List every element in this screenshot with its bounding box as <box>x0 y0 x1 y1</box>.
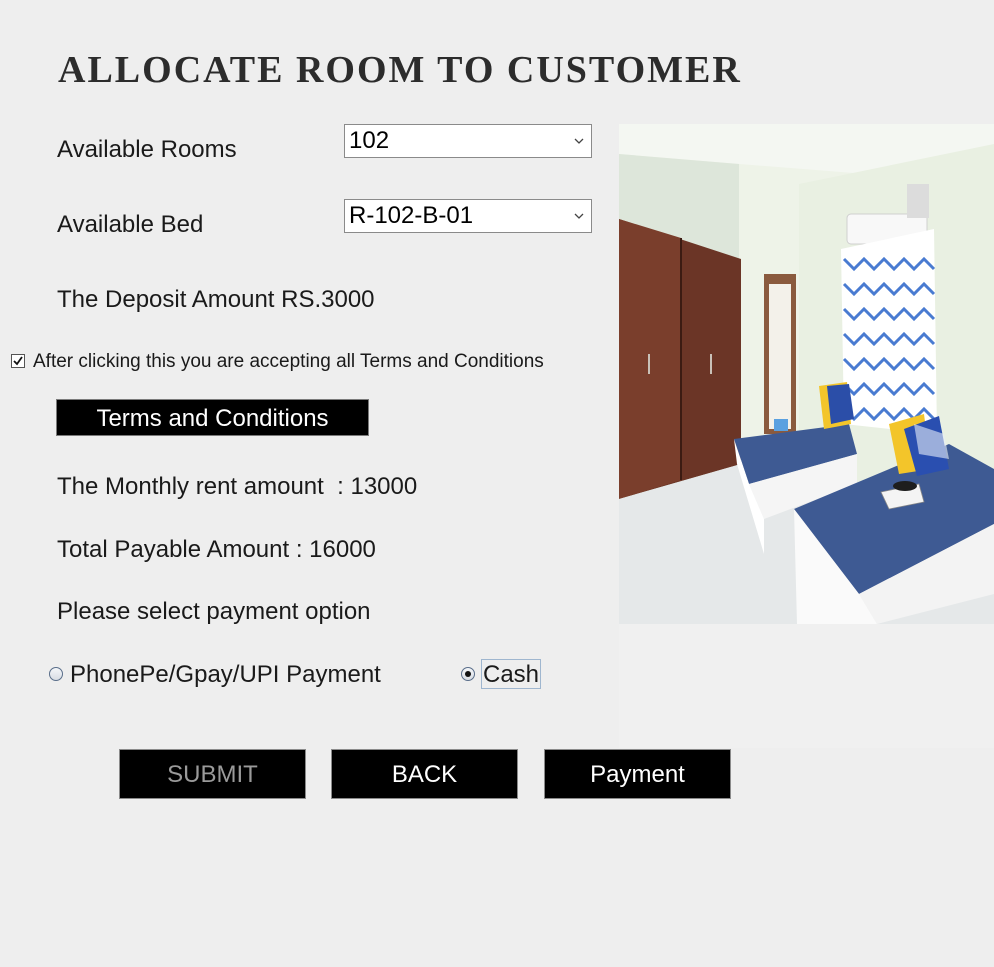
rooms-select-value: 102 <box>349 127 390 154</box>
chevron-down-icon <box>574 138 584 144</box>
total-payable-text: Total Payable Amount : 16000 <box>57 536 376 563</box>
bed-select-value: R-102-B-01 <box>349 202 474 229</box>
terms-checkbox-label: After clicking this you are accepting al… <box>33 351 544 372</box>
payment-prompt: Please select payment option <box>57 598 371 625</box>
terms-and-conditions-button[interactable]: Terms and Conditions <box>56 399 369 436</box>
monthly-rent-text: The Monthly rent amount : 13000 <box>57 473 418 500</box>
cash-payment-radio[interactable] <box>461 667 475 681</box>
bed-label: Available Bed <box>57 211 204 238</box>
bed-select[interactable]: R-102-B-01 <box>344 199 592 233</box>
upi-payment-radio[interactable] <box>49 667 63 681</box>
back-button[interactable]: BACK <box>331 749 518 799</box>
terms-checkbox[interactable] <box>11 354 25 368</box>
payment-button[interactable]: Payment <box>544 749 731 799</box>
page-title: ALLOCATE ROOM TO CUSTOMER <box>58 49 742 91</box>
rooms-label: Available Rooms <box>57 136 237 163</box>
cash-payment-label[interactable]: Cash <box>483 661 539 689</box>
upi-payment-label[interactable]: PhonePe/Gpay/UPI Payment <box>70 661 381 689</box>
chevron-down-icon <box>574 213 584 219</box>
submit-button[interactable]: SUBMIT <box>119 749 306 799</box>
rooms-select[interactable]: 102 <box>344 124 592 158</box>
checkmark-icon <box>13 356 23 366</box>
radio-selected-dot <box>465 671 471 677</box>
room-photo <box>619 124 994 624</box>
deposit-amount-text: The Deposit Amount RS.3000 <box>57 286 375 313</box>
